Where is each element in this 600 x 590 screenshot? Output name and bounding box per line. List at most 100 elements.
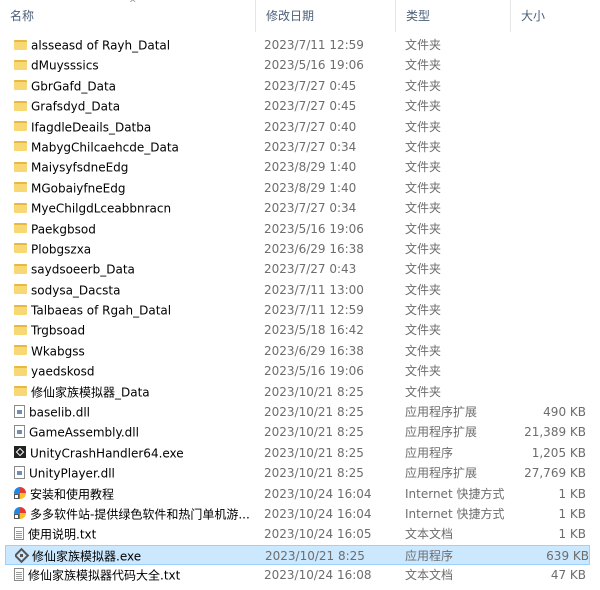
file-row[interactable]: UnityCrashHandler64.exe 2023/10/21 8:25 应用… bbox=[0, 443, 600, 463]
file-type: 应用程序 bbox=[405, 548, 454, 563]
file-size: 1 KB bbox=[558, 527, 586, 542]
file-size: 1 KB bbox=[558, 506, 586, 521]
file-type: 文本文档 bbox=[405, 527, 454, 542]
internet-shortcut-icon bbox=[14, 487, 26, 500]
file-row[interactable]: MyeChilgdLceabbnracn 2023/7/27 0:34 文件夹 bbox=[0, 198, 600, 218]
file-size: 490 KB bbox=[543, 405, 586, 420]
text-file-icon bbox=[14, 527, 24, 541]
file-date: 2023/10/21 8:25 bbox=[265, 548, 365, 563]
file-date: 2023/8/29 1:40 bbox=[264, 180, 357, 195]
file-name-cell: 使用说明.txt bbox=[14, 524, 254, 545]
folder-icon bbox=[14, 100, 27, 111]
file-date: 2023/7/27 0:45 bbox=[264, 78, 357, 93]
file-row[interactable]: Talbaeas of Rgah_Datal 2023/7/11 12:59 文件夹 bbox=[0, 300, 600, 320]
file-type: 文件夹 bbox=[405, 38, 442, 52]
folder-icon bbox=[14, 121, 27, 132]
file-name: MyeChilgdLceabbnracn bbox=[31, 201, 172, 216]
file-date: 2023/7/27 0:34 bbox=[264, 139, 357, 154]
file-type: 文件夹 bbox=[405, 201, 442, 216]
file-row[interactable]: 使用说明.txt 2023/10/24 16:05 文本文档 1 KB bbox=[0, 524, 600, 544]
file-list: alsseasd of Rayh_Datal 2023/7/11 12:59 文件夹… bbox=[0, 35, 600, 586]
file-type: 文件夹 bbox=[405, 282, 442, 297]
file-row[interactable]: alsseasd of Rayh_Datal 2023/7/11 12:59 文件夹 bbox=[0, 35, 600, 55]
file-name-cell: Grafsdyd_Data bbox=[14, 96, 254, 117]
file-name: saydsoeerb_Data bbox=[31, 262, 135, 277]
file-row[interactable]: GameAssembly.dll 2023/10/21 8:25 应用程序扩展 21,… bbox=[0, 422, 600, 442]
file-row[interactable]: GbrGafd_Data 2023/7/27 0:45 文件夹 bbox=[0, 76, 600, 96]
folder-icon bbox=[14, 263, 27, 274]
column-header-name[interactable]: 名称 bbox=[0, 0, 255, 32]
file-name-cell: MGobaiyfneEdg bbox=[14, 178, 254, 199]
file-row[interactable]: 安装和使用教程 2023/10/24 16:04 Internet 快捷方式 1 KB bbox=[0, 484, 600, 504]
file-row[interactable]: 修仙家族模拟器.exe 2023/10/21 8:25 应用程序 639 KB bbox=[5, 544, 590, 566]
folder-icon bbox=[14, 59, 27, 70]
file-name-cell: yaedskosd bbox=[14, 361, 254, 382]
file-name-cell: 安装和使用教程 bbox=[14, 484, 254, 505]
file-name-cell: sodysa_Dacsta bbox=[14, 280, 254, 301]
file-type: 文件夹 bbox=[405, 119, 442, 134]
file-name-cell: 修仙家族模拟器_Data bbox=[14, 382, 254, 403]
file-name-cell: IfagdleDeails_Datba bbox=[14, 117, 254, 138]
column-header-type[interactable]: 类型 bbox=[395, 0, 510, 32]
file-date: 2023/5/18 16:42 bbox=[264, 323, 364, 338]
file-type: 文件夹 bbox=[405, 384, 442, 399]
dll-icon bbox=[14, 466, 25, 480]
file-row[interactable]: saydsoeerb_Data 2023/7/27 0:43 文件夹 bbox=[0, 259, 600, 279]
unity-icon bbox=[14, 446, 26, 459]
file-row[interactable]: sodysa_Dacsta 2023/7/11 13:00 文件夹 bbox=[0, 280, 600, 300]
file-row[interactable]: Plobgszxa 2023/6/29 16:38 文件夹 bbox=[0, 239, 600, 259]
file-name: Paekgbsod bbox=[31, 221, 96, 236]
file-row[interactable]: MGobaiyfneEdg 2023/8/29 1:40 文件夹 bbox=[0, 178, 600, 198]
file-type: 文件夹 bbox=[405, 160, 442, 175]
file-type: 应用程序扩展 bbox=[405, 466, 478, 481]
file-type: 文件夹 bbox=[405, 221, 442, 236]
file-row[interactable]: Paekgbsod 2023/5/16 19:06 文件夹 bbox=[0, 219, 600, 239]
folder-icon bbox=[14, 161, 27, 172]
file-name: Wkabgss bbox=[31, 344, 85, 359]
file-type: 文件夹 bbox=[405, 58, 442, 73]
file-name-cell: alsseasd of Rayh_Datal bbox=[14, 35, 254, 56]
file-row[interactable]: IfagdleDeails_Datba 2023/7/27 0:40 文件夹 bbox=[0, 117, 600, 137]
file-row[interactable]: yaedskosd 2023/5/16 19:06 文件夹 bbox=[0, 361, 600, 381]
file-name: 修仙家族模拟器代码大全.txt bbox=[28, 568, 181, 583]
file-row[interactable]: UnityPlayer.dll 2023/10/21 8:25 应用程序扩展 27,7… bbox=[0, 463, 600, 483]
file-name-cell: MabygChilcaehcde_Data bbox=[14, 137, 254, 158]
file-row[interactable]: dMuysssics 2023/5/16 19:06 文件夹 bbox=[0, 55, 600, 75]
file-size: 1 KB bbox=[558, 486, 586, 501]
file-row[interactable]: MaiysyfsdneEdg 2023/8/29 1:40 文件夹 bbox=[0, 157, 600, 177]
file-name: MGobaiyfneEdg bbox=[31, 181, 126, 196]
file-name-cell: baselib.dll bbox=[14, 402, 254, 423]
file-date: 2023/10/21 8:25 bbox=[264, 384, 364, 399]
file-date: 2023/5/16 19:06 bbox=[264, 221, 364, 236]
file-row[interactable]: MabygChilcaehcde_Data 2023/7/27 0:34 文件夹 bbox=[0, 137, 600, 157]
file-name: Talbaeas of Rgah_Datal bbox=[31, 303, 172, 318]
file-type: 文件夹 bbox=[405, 323, 442, 338]
file-size: 21,389 KB bbox=[524, 425, 586, 440]
file-name-cell: 多多软件站-提供绿色软件和热门单机游... bbox=[14, 504, 254, 525]
file-name-cell: saydsoeerb_Data bbox=[14, 259, 254, 280]
file-name: UnityPlayer.dll bbox=[29, 466, 115, 481]
file-type: 文件夹 bbox=[405, 241, 442, 256]
file-row[interactable]: 修仙家族模拟器代码大全.txt 2023/10/24 16:08 文本文档 47 KB bbox=[0, 565, 600, 585]
file-row[interactable]: 多多软件站-提供绿色软件和热门单机游... 2023/10/24 16:04 Int… bbox=[0, 504, 600, 524]
file-row[interactable]: baselib.dll 2023/10/21 8:25 应用程序扩展 490 KB bbox=[0, 402, 600, 422]
file-name-cell: MyeChilgdLceabbnracn bbox=[14, 198, 254, 219]
file-row[interactable]: Grafsdyd_Data 2023/7/27 0:45 文件夹 bbox=[0, 96, 600, 116]
column-header-date[interactable]: 修改日期 bbox=[255, 0, 395, 32]
file-date: 2023/5/16 19:06 bbox=[264, 364, 364, 379]
file-name-cell: GbrGafd_Data bbox=[14, 76, 254, 97]
file-date: 2023/7/27 0:43 bbox=[264, 262, 357, 277]
folder-icon bbox=[14, 202, 27, 213]
file-date: 2023/7/11 13:00 bbox=[264, 282, 364, 297]
file-type: 应用程序扩展 bbox=[405, 425, 478, 440]
file-row[interactable]: Wkabgss 2023/6/29 16:38 文件夹 bbox=[0, 341, 600, 361]
column-header-size[interactable]: 大小 bbox=[510, 0, 600, 32]
file-name: Plobgszxa bbox=[31, 242, 92, 257]
file-row[interactable]: 修仙家族模拟器_Data 2023/10/21 8:25 文件夹 bbox=[0, 382, 600, 402]
file-date: 2023/7/27 0:45 bbox=[264, 99, 357, 114]
game-app-icon bbox=[15, 549, 28, 562]
file-type: 文件夹 bbox=[405, 78, 442, 93]
file-date: 2023/10/24 16:04 bbox=[264, 506, 372, 521]
file-row[interactable]: Trgbsoad 2023/5/18 16:42 文件夹 bbox=[0, 320, 600, 340]
file-name: MaiysyfsdneEdg bbox=[31, 160, 129, 175]
